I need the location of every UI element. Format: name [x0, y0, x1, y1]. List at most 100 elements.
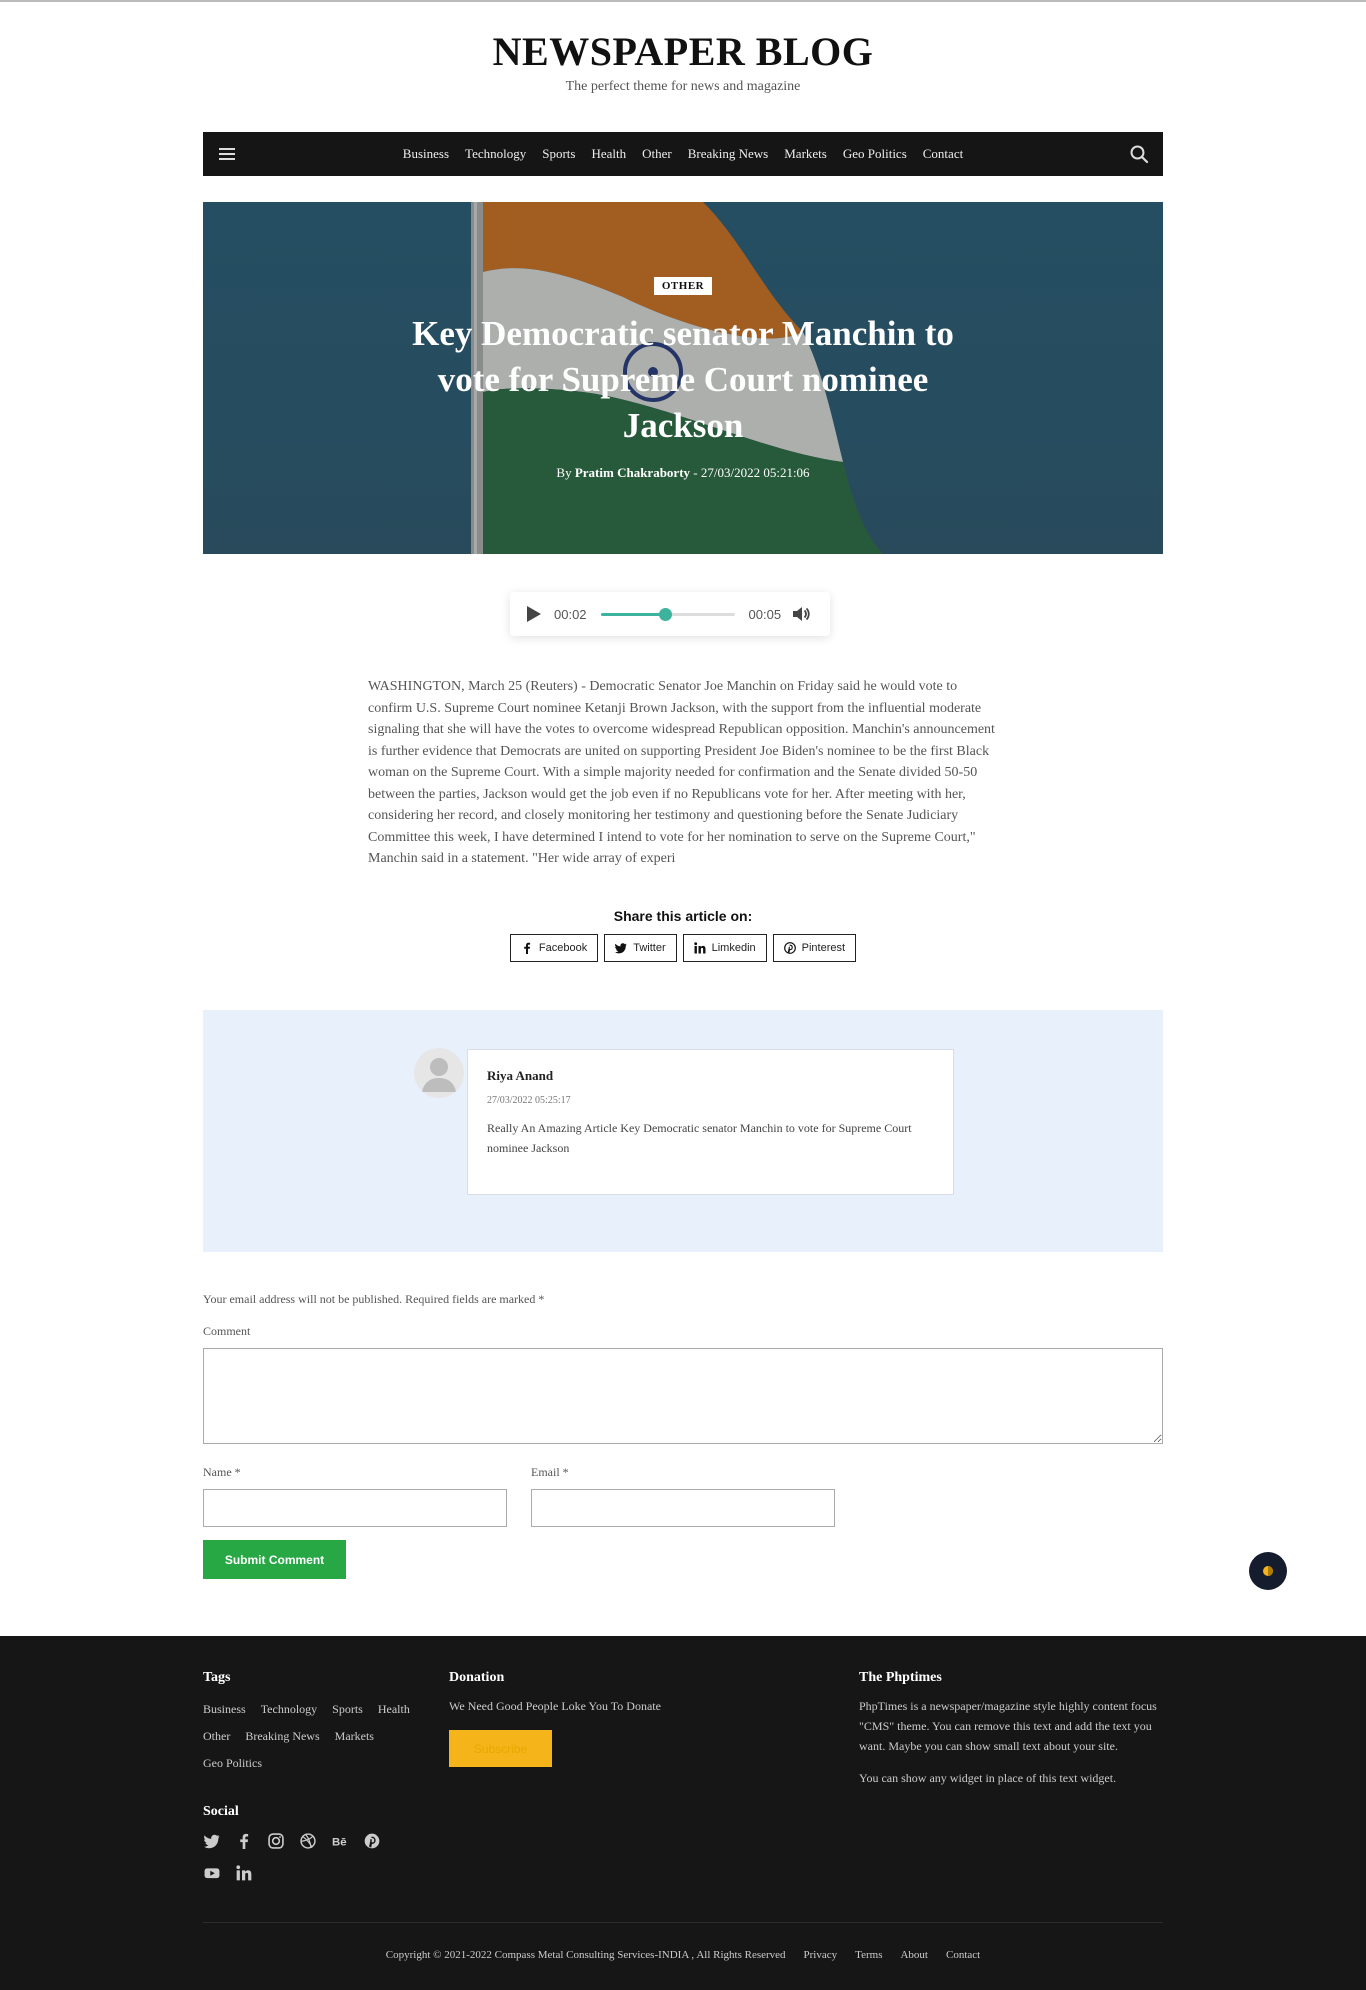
- audio-progress-fill: [600, 612, 665, 616]
- nav-menu: Business Technology Sports Health Other …: [203, 132, 1163, 176]
- footer-tag-geo-politics[interactable]: Geo Politics: [203, 1750, 262, 1777]
- article-meta: By Pratim Chakraborty - 27/03/2022 05:21…: [203, 465, 1163, 481]
- nav-item-technology[interactable]: Technology: [465, 146, 526, 162]
- audio-current-time: 00:02: [554, 606, 587, 622]
- site-tagline: The perfect theme for news and magazine: [565, 79, 801, 94]
- contrast-icon: [1263, 1566, 1273, 1576]
- footer-divider: [203, 1922, 1163, 1923]
- audio-progress-slider[interactable]: [600, 607, 735, 621]
- comment-date: 27/03/2022 05:25:17: [487, 1095, 571, 1106]
- comments-section: Riya Anand 27/03/2022 05:25:17 Really An…: [203, 1010, 1163, 1252]
- hero-banner: OTHER Key Democratic senator Manchin to …: [203, 202, 1163, 554]
- play-icon[interactable]: [526, 605, 542, 623]
- footer-about-column: The Phptimes PhpTimes is a newspaper/mag…: [859, 1670, 1163, 1788]
- email-label: Email *: [531, 1465, 569, 1479]
- share-pinterest-button[interactable]: Pinterest: [772, 934, 857, 962]
- article-date: - 27/03/2022 05:21:06: [693, 465, 810, 480]
- article-title: Key Democratic senator Manchin to vote f…: [412, 314, 954, 445]
- user-icon: [422, 1058, 456, 1092]
- name-input[interactable]: [203, 1489, 507, 1527]
- email-input[interactable]: [531, 1489, 835, 1527]
- twitter-icon: [615, 943, 627, 954]
- footer-link-about[interactable]: About: [900, 1949, 928, 1961]
- footer-about-text-2: You can show any widget in place of this…: [859, 1771, 1117, 1785]
- nav-item-geo-politics[interactable]: Geo Politics: [843, 146, 907, 162]
- volume-icon[interactable]: [791, 604, 811, 624]
- footer-bottom-bar: Copyright © 2021-2022 Compass Metal Cons…: [0, 1949, 1366, 1961]
- footer-tag-markets[interactable]: Markets: [335, 1723, 374, 1750]
- footer-tag-other[interactable]: Other: [203, 1723, 230, 1750]
- nav-item-other[interactable]: Other: [642, 146, 672, 162]
- comment-card: Riya Anand 27/03/2022 05:25:17 Really An…: [467, 1049, 954, 1195]
- nav-item-breaking-news[interactable]: Breaking News: [688, 146, 769, 162]
- comment-textarea[interactable]: [203, 1348, 1163, 1444]
- facebook-icon: [524, 942, 531, 954]
- instagram-icon[interactable]: [267, 1832, 285, 1850]
- article-body: WASHINGTON, March 25 (Reuters) - Democra…: [368, 679, 995, 866]
- linkedin-icon: [693, 942, 706, 954]
- footer-tags-list: Business Technology Sports Health Other …: [203, 1696, 413, 1777]
- comment-author: Riya Anand: [487, 1068, 554, 1083]
- nav-item-sports[interactable]: Sports: [542, 146, 575, 162]
- hero-content: OTHER Key Democratic senator Manchin to …: [203, 276, 1163, 481]
- nav-item-contact[interactable]: Contact: [923, 146, 963, 162]
- audio-player: 00:02 00:05: [510, 592, 830, 636]
- linkedin-icon[interactable]: [235, 1864, 253, 1882]
- share-linkedin-button[interactable]: Limkedin: [682, 934, 767, 962]
- submit-comment-button[interactable]: Submit Comment: [203, 1540, 346, 1579]
- share-facebook-label: Facebook: [538, 942, 588, 954]
- footer-social-column: Social Bē: [203, 1804, 403, 1882]
- avatar: [414, 1048, 464, 1098]
- top-border: [0, 0, 1366, 2]
- site-footer: Tags Business Technology Sports Health O…: [0, 1636, 1366, 1990]
- footer-tag-health[interactable]: Health: [378, 1696, 410, 1723]
- form-note: Your email address will not be published…: [203, 1292, 545, 1306]
- share-twitter-button[interactable]: Twitter: [604, 934, 677, 962]
- footer-social-heading: Social: [203, 1804, 239, 1819]
- share-twitter-label: Twitter: [633, 942, 666, 954]
- share-buttons: Facebook Twitter Limkedin Pinterest: [0, 934, 1366, 962]
- nav-item-health[interactable]: Health: [591, 146, 626, 162]
- footer-tag-breaking-news[interactable]: Breaking News: [245, 1723, 319, 1750]
- category-badge[interactable]: OTHER: [653, 277, 713, 295]
- footer-link-privacy[interactable]: Privacy: [804, 1949, 838, 1961]
- search-icon[interactable]: [1129, 144, 1149, 164]
- twitter-icon[interactable]: [203, 1832, 221, 1850]
- footer-tag-technology[interactable]: Technology: [261, 1696, 317, 1723]
- facebook-icon[interactable]: [235, 1832, 253, 1850]
- footer-tag-sports[interactable]: Sports: [332, 1696, 363, 1723]
- behance-icon[interactable]: Bē: [331, 1832, 349, 1850]
- dribbble-icon[interactable]: [299, 1832, 317, 1850]
- copyright-text: Copyright © 2021-2022 Compass Metal Cons…: [385, 1949, 786, 1961]
- footer-link-contact[interactable]: Contact: [946, 1949, 980, 1961]
- site-title[interactable]: NEWSPAPER BLOG: [0, 28, 1366, 75]
- footer-donation-text: We Need Good People Loke You To Donate: [449, 1699, 661, 1713]
- share-section: Share this article on: Facebook Twitter …: [0, 908, 1366, 962]
- footer-link-terms[interactable]: Terms: [855, 1949, 882, 1961]
- by-label: By: [556, 465, 572, 480]
- pinterest-icon: [783, 942, 796, 954]
- youtube-icon[interactable]: [203, 1864, 221, 1882]
- comment-label: Comment: [203, 1324, 251, 1338]
- social-icons: Bē: [203, 1832, 403, 1882]
- pinterest-icon[interactable]: [363, 1832, 381, 1850]
- footer-about-text: PhpTimes is a newspaper/magazine style h…: [859, 1699, 1157, 1753]
- audio-progress-handle[interactable]: [658, 607, 672, 621]
- footer-donation-column: Donation We Need Good People Loke You To…: [449, 1670, 729, 1767]
- footer-about-heading: The Phptimes: [859, 1670, 942, 1685]
- main-navbar: Business Technology Sports Health Other …: [203, 132, 1163, 176]
- donate-subscribe-button[interactable]: Subscribe: [449, 1730, 552, 1767]
- footer-tags-column: Tags Business Technology Sports Health O…: [203, 1670, 413, 1777]
- name-label: Name *: [203, 1465, 241, 1479]
- share-facebook-button[interactable]: Facebook: [509, 934, 599, 962]
- audio-duration: 00:05: [748, 606, 782, 622]
- author-link[interactable]: Pratim Chakraborty: [575, 465, 690, 480]
- footer-tag-business[interactable]: Business: [203, 1696, 246, 1723]
- nav-item-markets[interactable]: Markets: [784, 146, 827, 162]
- share-linkedin-label: Limkedin: [711, 942, 756, 954]
- footer-donation-heading: Donation: [449, 1670, 505, 1685]
- nav-item-business[interactable]: Business: [403, 146, 449, 162]
- footer-tags-heading: Tags: [203, 1670, 231, 1685]
- theme-toggle-button[interactable]: [1249, 1552, 1287, 1590]
- share-pinterest-label: Pinterest: [801, 942, 846, 954]
